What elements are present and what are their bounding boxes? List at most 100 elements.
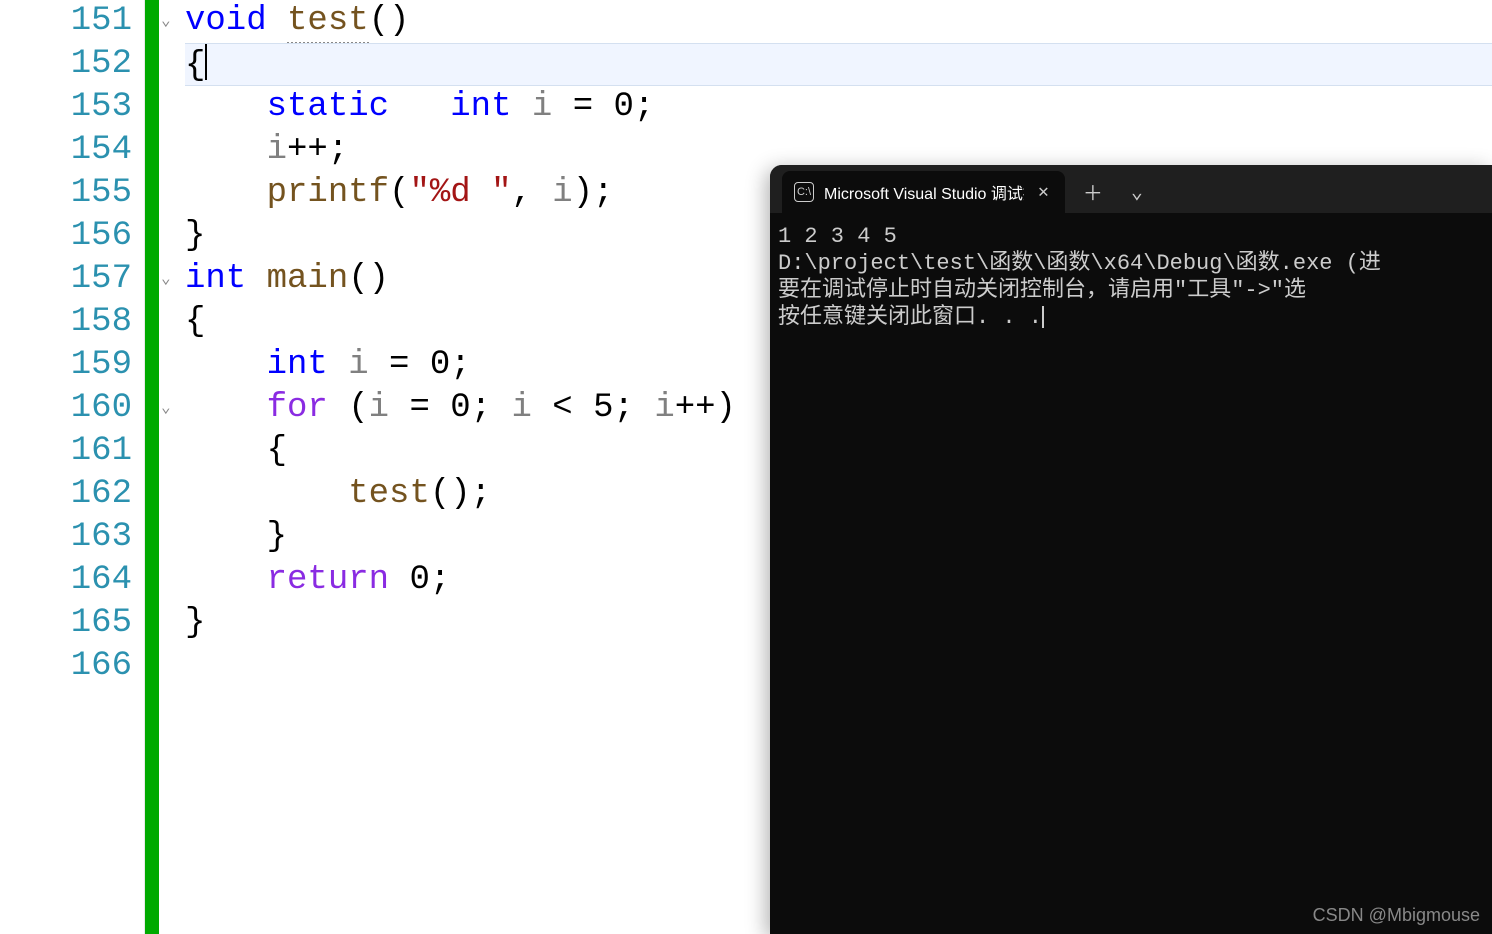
code-token: int (267, 346, 328, 384)
code-token: () (348, 260, 389, 298)
line-number: 165 (0, 602, 144, 645)
tab-dropdown-button[interactable]: ⌄ (1131, 171, 1143, 213)
line-number: 166 (0, 645, 144, 688)
output-text-2: D:\project\test\函数\函数\x64\Debug\函数.exe (… (778, 251, 1381, 276)
code-token: test (348, 475, 430, 513)
line-number: 162 (0, 473, 144, 516)
close-tab-button[interactable]: ✕ (1034, 181, 1053, 203)
code-token (328, 346, 348, 384)
watermark: CSDN @Mbigmouse (1313, 905, 1480, 926)
code-token: ++; (287, 131, 348, 169)
code-token: void (185, 2, 267, 40)
code-token: } (185, 217, 205, 255)
fold-chevron-icon[interactable]: ⌄ (161, 258, 171, 301)
code-token: ; (450, 346, 470, 384)
code-token: ; (634, 88, 654, 126)
new-tab-button[interactable]: ＋ (1083, 171, 1103, 213)
code-token (185, 131, 267, 169)
output-text-4: 按任意键关闭此窗口. . . (778, 305, 1042, 330)
code-token (185, 174, 267, 212)
code-token: int (450, 88, 511, 126)
output-text-1: 1 2 3 4 5 (778, 224, 897, 249)
code-token: < (532, 389, 593, 427)
code-token: i (267, 131, 287, 169)
terminal-tab-title: Microsoft Visual Studio 调试控 (824, 180, 1024, 204)
code-token: , (511, 174, 552, 212)
line-number: 156 (0, 215, 144, 258)
fold-bar: ⌄ ⌄ ⌄ (159, 0, 177, 934)
debug-console-window: C:\ Microsoft Visual Studio 调试控 ✕ ＋ ⌄ 1 … (770, 165, 1492, 934)
code-token: return (267, 561, 389, 599)
code-token: = (389, 389, 450, 427)
line-number-gutter: 1511521531541551561571581591601611621631… (0, 0, 145, 934)
code-token: ; (471, 389, 512, 427)
code-token (185, 561, 267, 599)
code-token (511, 88, 531, 126)
terminal-controls: ＋ ⌄ (1083, 171, 1143, 213)
code-token: 0 (450, 389, 470, 427)
code-token: i (369, 389, 389, 427)
code-token: () (369, 2, 410, 40)
code-token: ( (389, 174, 409, 212)
code-token: ++) (675, 389, 736, 427)
line-number: 153 (0, 86, 144, 129)
line-number: 154 (0, 129, 144, 172)
code-token: main (267, 260, 349, 298)
terminal-icon: C:\ (794, 182, 814, 202)
line-number: 159 (0, 344, 144, 387)
fold-chevron-icon[interactable]: ⌄ (161, 0, 171, 43)
code-token: i (512, 389, 532, 427)
code-line[interactable]: static int i = 0; (185, 86, 1492, 129)
change-marker-bar (145, 0, 159, 934)
code-token: 0 (409, 561, 429, 599)
code-token: (); (430, 475, 491, 513)
code-token: { (185, 303, 205, 341)
line-number: 164 (0, 559, 144, 602)
terminal-titlebar[interactable]: C:\ Microsoft Visual Studio 调试控 ✕ ＋ ⌄ (770, 165, 1492, 213)
code-token: for (267, 389, 328, 427)
code-token (389, 561, 409, 599)
code-token: = (369, 346, 430, 384)
code-token: i (654, 389, 674, 427)
code-token: i (532, 88, 552, 126)
code-token (185, 475, 348, 513)
code-token (185, 389, 267, 427)
line-number: 152 (0, 43, 144, 86)
code-token: } (185, 518, 287, 556)
fold-chevron-icon[interactable]: ⌄ (161, 387, 171, 430)
line-number: 151 (0, 0, 144, 43)
code-token: i (552, 174, 572, 212)
code-token: printf (267, 174, 389, 212)
code-token: = (552, 88, 613, 126)
terminal-cursor (1042, 306, 1044, 328)
terminal-output[interactable]: 1 2 3 4 5 D:\project\test\函数\函数\x64\Debu… (770, 213, 1492, 341)
code-token (389, 88, 450, 126)
line-number: 158 (0, 301, 144, 344)
line-number: 155 (0, 172, 144, 215)
output-text-3: 要在调试停止时自动关闭控制台，请启用"工具"->"选 (778, 278, 1306, 303)
code-token: "%d " (409, 174, 511, 212)
code-token (246, 260, 266, 298)
code-token (185, 88, 267, 126)
code-token: int (185, 260, 246, 298)
line-number: 161 (0, 430, 144, 473)
line-number: 163 (0, 516, 144, 559)
terminal-tab[interactable]: C:\ Microsoft Visual Studio 调试控 ✕ (782, 171, 1065, 213)
code-line[interactable]: { (185, 43, 1492, 86)
line-number: 160 (0, 387, 144, 430)
line-number: 157 (0, 258, 144, 301)
code-token: ; (614, 389, 655, 427)
code-token: 0 (614, 88, 634, 126)
code-token: { (185, 47, 205, 85)
code-token: ; (430, 561, 450, 599)
text-cursor (205, 44, 207, 80)
code-token: i (348, 346, 368, 384)
code-token: ); (573, 174, 614, 212)
code-token: { (185, 432, 287, 470)
code-token: } (185, 604, 205, 642)
code-token: 5 (593, 389, 613, 427)
code-token (185, 346, 267, 384)
code-token: ( (328, 389, 369, 427)
code-line[interactable]: void test() (185, 0, 1492, 43)
code-token (267, 2, 287, 40)
